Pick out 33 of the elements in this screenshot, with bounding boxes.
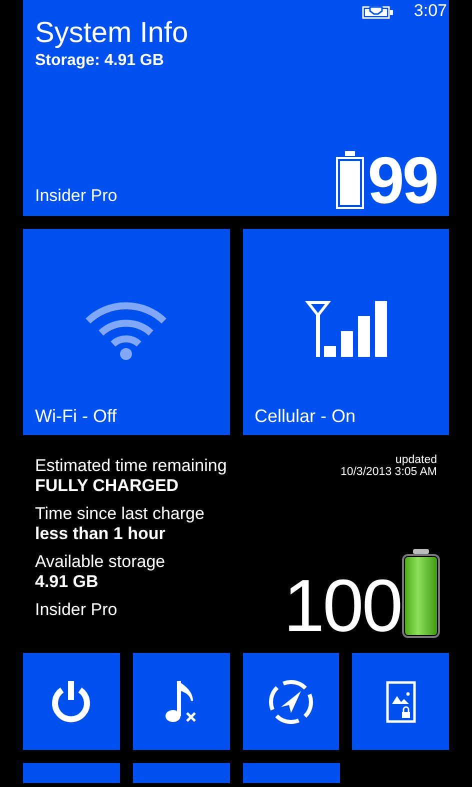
info-label: Estimated time remaining xyxy=(35,456,228,476)
cellular-tile[interactable]: Cellular - On xyxy=(242,229,449,435)
action-tile[interactable] xyxy=(132,653,230,750)
action-tile[interactable] xyxy=(352,653,449,750)
info-value: FULLY CHARGED xyxy=(35,476,180,496)
updated-label: updated xyxy=(395,454,437,466)
action-tile[interactable] xyxy=(23,653,120,750)
updated-time: 10/3/2013 3:05 AM xyxy=(340,466,437,478)
app-name: Insider Pro xyxy=(35,186,118,207)
tile[interactable] xyxy=(243,763,340,783)
tile-label: Wi-Fi - Off xyxy=(35,406,117,427)
tile-label: Cellular - On xyxy=(254,406,356,427)
action-tile[interactable] xyxy=(242,653,340,750)
storage-text: Storage: 4.91 GB xyxy=(35,52,165,70)
power-icon xyxy=(50,680,92,722)
info-value: 4.91 GB xyxy=(35,572,100,592)
battery-terminal xyxy=(413,549,429,554)
info-value: less than 1 hour xyxy=(35,524,166,544)
info-label: Available storage xyxy=(35,552,166,572)
compass-icon xyxy=(268,678,314,724)
app-name: Insider Pro xyxy=(35,600,118,620)
wifi-tile[interactable]: Wi-Fi - Off xyxy=(23,229,230,435)
clock-time: 3:07 xyxy=(414,1,447,21)
music-note-icon xyxy=(165,680,198,722)
battery-percent: 99 xyxy=(368,152,437,208)
battery-percent: 100 xyxy=(284,575,401,638)
battery-terminal xyxy=(344,151,355,156)
locked-picture-icon xyxy=(386,680,416,722)
info-label: Time since last charge xyxy=(35,504,206,524)
tile[interactable] xyxy=(23,763,120,783)
tile-title: System Info xyxy=(35,16,190,50)
system-info-tile[interactable]: 3:07 System Info Storage: 4.91 GB Insider Pro 99 xyxy=(23,0,449,216)
tile[interactable] xyxy=(133,763,230,783)
